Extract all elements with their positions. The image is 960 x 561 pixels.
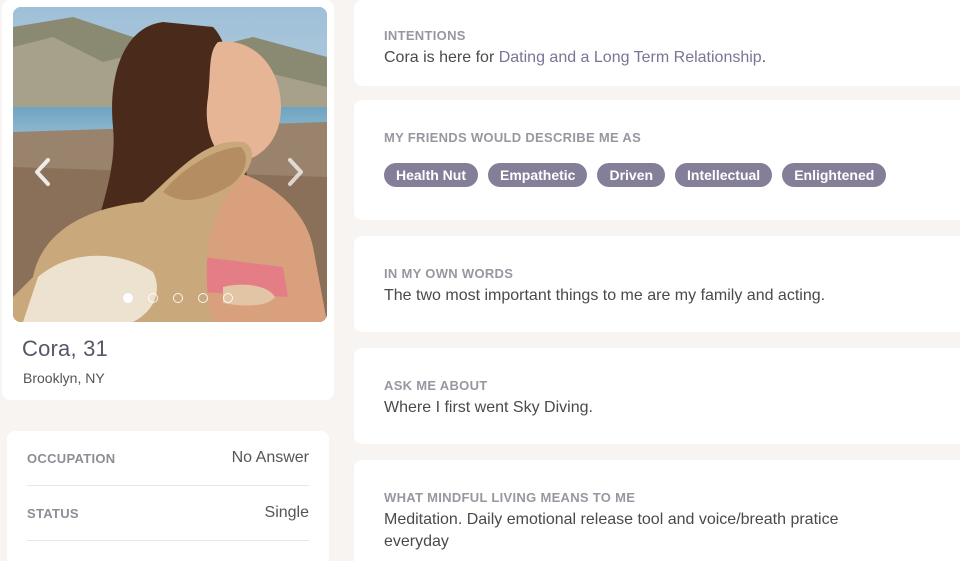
intentions-prefix: Cora is here for: [384, 49, 499, 66]
own-words-text: The two most important things to me are …: [384, 287, 826, 304]
friends-describe-title: MY FRIENDS WOULD DESCRIBE ME AS: [384, 130, 642, 145]
tag-driven: Driven: [597, 163, 666, 187]
photo-next-button[interactable]: [283, 152, 307, 192]
tag-enlightened: Enlightened: [782, 163, 887, 187]
personality-tags: Health Nut Empathetic Driven Intellectua…: [384, 163, 887, 187]
intentions-text: Cora is here for Dating and a Long Term …: [384, 47, 904, 69]
intentions-link[interactable]: Dating and a Long Term Relationship: [499, 49, 762, 66]
chevron-right-icon: [288, 158, 303, 186]
photo-dot[interactable]: [148, 293, 158, 303]
details-card: OCCUPATION No Answer STATUS Single: [7, 431, 329, 561]
own-words-title: IN MY OWN WORDS: [384, 266, 514, 281]
tag-health-nut: Health Nut: [384, 163, 478, 187]
mindful-living-text: Meditation. Daily emotional release tool…: [384, 511, 839, 550]
occupation-label: OCCUPATION: [27, 450, 116, 466]
profile-photo[interactable]: [13, 7, 327, 322]
mindful-living-title: WHAT MINDFUL LIVING MEANS TO ME: [384, 490, 636, 505]
profile-name-age: Cora, 31: [22, 336, 108, 361]
profile-location: Brooklyn, NY: [23, 370, 105, 386]
photo-dot[interactable]: [198, 293, 208, 303]
status-label: STATUS: [27, 505, 79, 521]
friends-describe-section: MY FRIENDS WOULD DESCRIBE ME AS Health N…: [354, 100, 960, 220]
intentions-suffix: .: [761, 49, 767, 66]
photo-dot[interactable]: [173, 293, 183, 303]
photo-prev-button[interactable]: [31, 152, 55, 192]
photo-pagination: [123, 293, 233, 303]
chevron-left-icon: [35, 158, 50, 186]
intentions-title: INTENTIONS: [384, 28, 466, 43]
photo-dot[interactable]: [123, 293, 133, 303]
tag-empathetic: Empathetic: [488, 163, 588, 187]
ask-me-section: ASK ME ABOUT Where I first went Sky Divi…: [354, 348, 960, 444]
intentions-section: INTENTIONS Cora is here for Dating and a…: [354, 0, 960, 86]
ask-me-title: ASK ME ABOUT: [384, 378, 488, 393]
photo-dot[interactable]: [223, 293, 233, 303]
profile-photo-image: [13, 7, 327, 322]
detail-row-occupation: OCCUPATION No Answer: [27, 431, 309, 486]
status-value: Single: [264, 504, 309, 521]
tag-intellectual: Intellectual: [675, 163, 773, 187]
ask-me-text: Where I first went Sky Diving.: [384, 399, 593, 416]
occupation-value: No Answer: [231, 449, 309, 466]
detail-row-status: STATUS Single: [27, 486, 309, 541]
mindful-living-section: WHAT MINDFUL LIVING MEANS TO ME Meditati…: [354, 460, 960, 561]
profile-card: Cora, 31 Brooklyn, NY: [2, 0, 334, 400]
own-words-section: IN MY OWN WORDS The two most important t…: [354, 236, 960, 332]
